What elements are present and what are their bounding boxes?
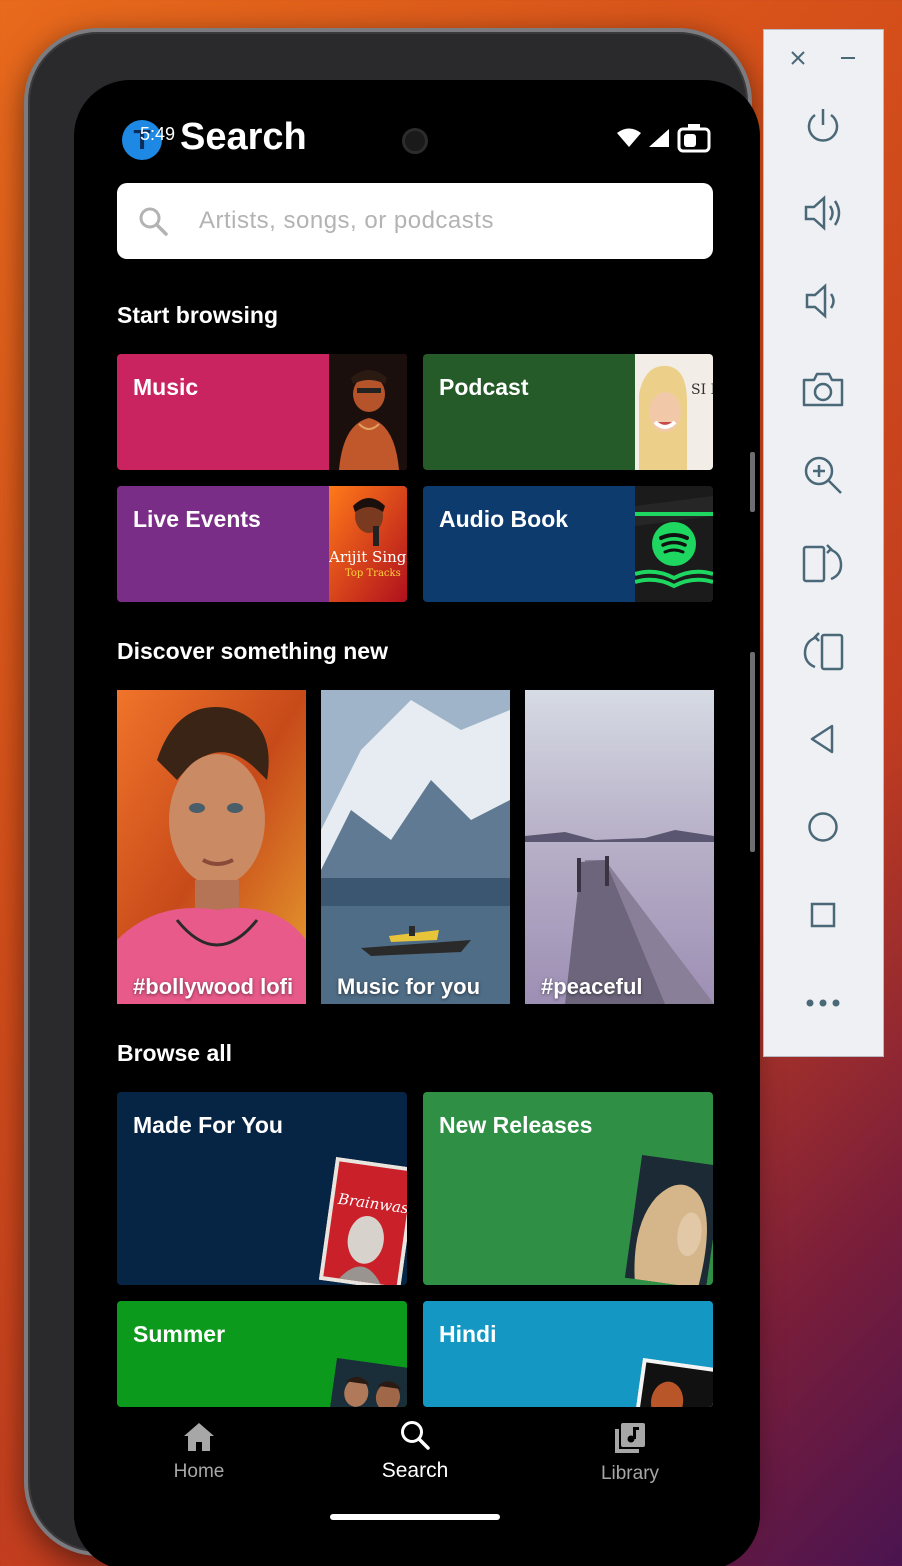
front-camera — [402, 128, 428, 154]
tile-label: Music — [133, 374, 199, 400]
nav-label: Search — [381, 1459, 449, 1482]
status-icons — [616, 122, 712, 154]
emulator-home-button[interactable] — [800, 804, 846, 850]
home-icon — [184, 1423, 214, 1451]
discover-card-music-for-you[interactable]: Music for you — [321, 690, 510, 1004]
home-circle-icon — [808, 812, 838, 842]
tile-podcast[interactable]: Podcast SI IMI — [423, 354, 713, 470]
volume-down-icon — [805, 283, 835, 319]
made-for-you-album-art: Brainwash — [318, 1156, 407, 1285]
live-events-title-text: Arijit Singh — [329, 548, 407, 566]
nav-label: Library — [600, 1463, 660, 1484]
browse-tile-hindi[interactable]: Hindi — [423, 1301, 713, 1407]
status-bar: T 5:49 Search — [74, 80, 760, 190]
minimize-icon — [841, 57, 855, 59]
live-events-subtitle-text: Top Tracks — [345, 568, 401, 579]
library-icon — [615, 1423, 645, 1453]
discover-card-label: #bollywood lofi — [133, 974, 294, 999]
camera-icon — [802, 372, 844, 407]
more-icon — [806, 999, 840, 1007]
search-bar[interactable] — [117, 183, 713, 259]
discover-card-label: #peaceful — [541, 974, 643, 999]
emulator-screenshot-button[interactable] — [800, 366, 846, 412]
phone-frame: T 5:49 Search Start browsing Music — [24, 28, 760, 1566]
browse-tile-summer[interactable]: Summer — [117, 1301, 407, 1407]
battery-icon — [677, 124, 711, 153]
tile-audio-book[interactable]: Audio Book — [423, 486, 713, 602]
bollywood-lofi-image — [117, 690, 306, 1004]
emulator-control-panel — [763, 29, 884, 1057]
search-input[interactable] — [199, 207, 679, 235]
emulator-volume-up-button[interactable] — [800, 190, 846, 236]
tile-label: New Releases — [439, 1112, 593, 1138]
volume-up-icon — [804, 195, 841, 231]
power-icon — [807, 109, 839, 142]
discover-card-bollywood-lofi[interactable]: #bollywood lofi — [117, 690, 306, 1004]
tile-music[interactable]: Music — [117, 354, 407, 470]
nav-search[interactable]: Search — [335, 1419, 495, 1483]
nav-label: Home — [173, 1461, 225, 1482]
nav-library[interactable]: Library — [550, 1421, 710, 1485]
summer-album-art — [325, 1357, 407, 1407]
tile-live-events[interactable]: Live Events Arijit Singh Top Tracks — [117, 486, 407, 602]
emulator-rotate-left-button[interactable] — [800, 628, 846, 674]
back-icon — [810, 724, 834, 754]
signal-icon — [649, 129, 669, 147]
emulator-close-button[interactable] — [776, 36, 820, 80]
tile-label: Made For You — [133, 1112, 283, 1138]
section-title-start-browsing: Start browsing — [117, 302, 279, 328]
device-screen: T 5:49 Search Start browsing Music — [74, 80, 760, 1566]
section-title-browse-all: Browse all — [117, 1040, 233, 1066]
emulator-power-button[interactable] — [800, 102, 846, 148]
close-icon — [791, 51, 805, 65]
tile-label: Podcast — [439, 374, 529, 400]
phone-side-button-volume — [750, 652, 755, 852]
discover-card-peaceful[interactable]: #peaceful — [525, 690, 714, 1004]
discover-card-label: Music for you — [337, 974, 481, 999]
hindi-album-art — [631, 1357, 713, 1407]
live-events-thumbnail: Arijit Singh Top Tracks — [329, 486, 407, 602]
nav-home[interactable]: Home — [119, 1421, 279, 1483]
search-icon — [401, 1421, 430, 1450]
peaceful-image — [525, 690, 714, 1004]
tile-label: Hindi — [439, 1321, 497, 1347]
browse-tile-new-releases[interactable]: New Releases — [423, 1092, 713, 1285]
home-indicator[interactable] — [330, 1514, 500, 1520]
bottom-navigation: Home Search Library — [74, 1407, 760, 1566]
emulator-back-button[interactable] — [800, 716, 846, 762]
emulator-more-button[interactable] — [800, 980, 846, 1026]
emulator-overview-button[interactable] — [800, 892, 846, 938]
phone-side-button-power — [750, 452, 755, 512]
podcast-cover-text: SI IMI — [691, 382, 713, 398]
music-artist-thumbnail — [329, 354, 407, 470]
section-title-discover: Discover something new — [117, 638, 388, 664]
new-releases-album-art — [624, 1154, 713, 1285]
rotate-right-icon — [802, 544, 843, 583]
page-title: Search — [180, 116, 307, 158]
tile-label: Summer — [133, 1321, 226, 1347]
audio-book-thumbnail — [635, 486, 713, 602]
browse-tile-made-for-you[interactable]: Made For You Brainwash — [117, 1092, 407, 1285]
emulator-volume-down-button[interactable] — [800, 278, 846, 324]
podcast-host-thumbnail: SI IMI — [635, 354, 713, 470]
wifi-icon — [617, 128, 641, 147]
emulator-minimize-button[interactable] — [826, 36, 870, 80]
tile-label: Live Events — [133, 506, 261, 532]
emulator-rotate-right-button[interactable] — [800, 540, 846, 586]
music-for-you-image — [321, 690, 510, 1004]
emulator-zoom-button[interactable] — [800, 452, 846, 498]
rotate-left-icon — [803, 632, 844, 671]
search-icon — [139, 207, 168, 236]
overview-icon — [810, 902, 836, 928]
clock: 5:49 — [140, 124, 176, 144]
tile-label: Audio Book — [439, 506, 569, 532]
zoom-in-icon — [804, 456, 842, 494]
